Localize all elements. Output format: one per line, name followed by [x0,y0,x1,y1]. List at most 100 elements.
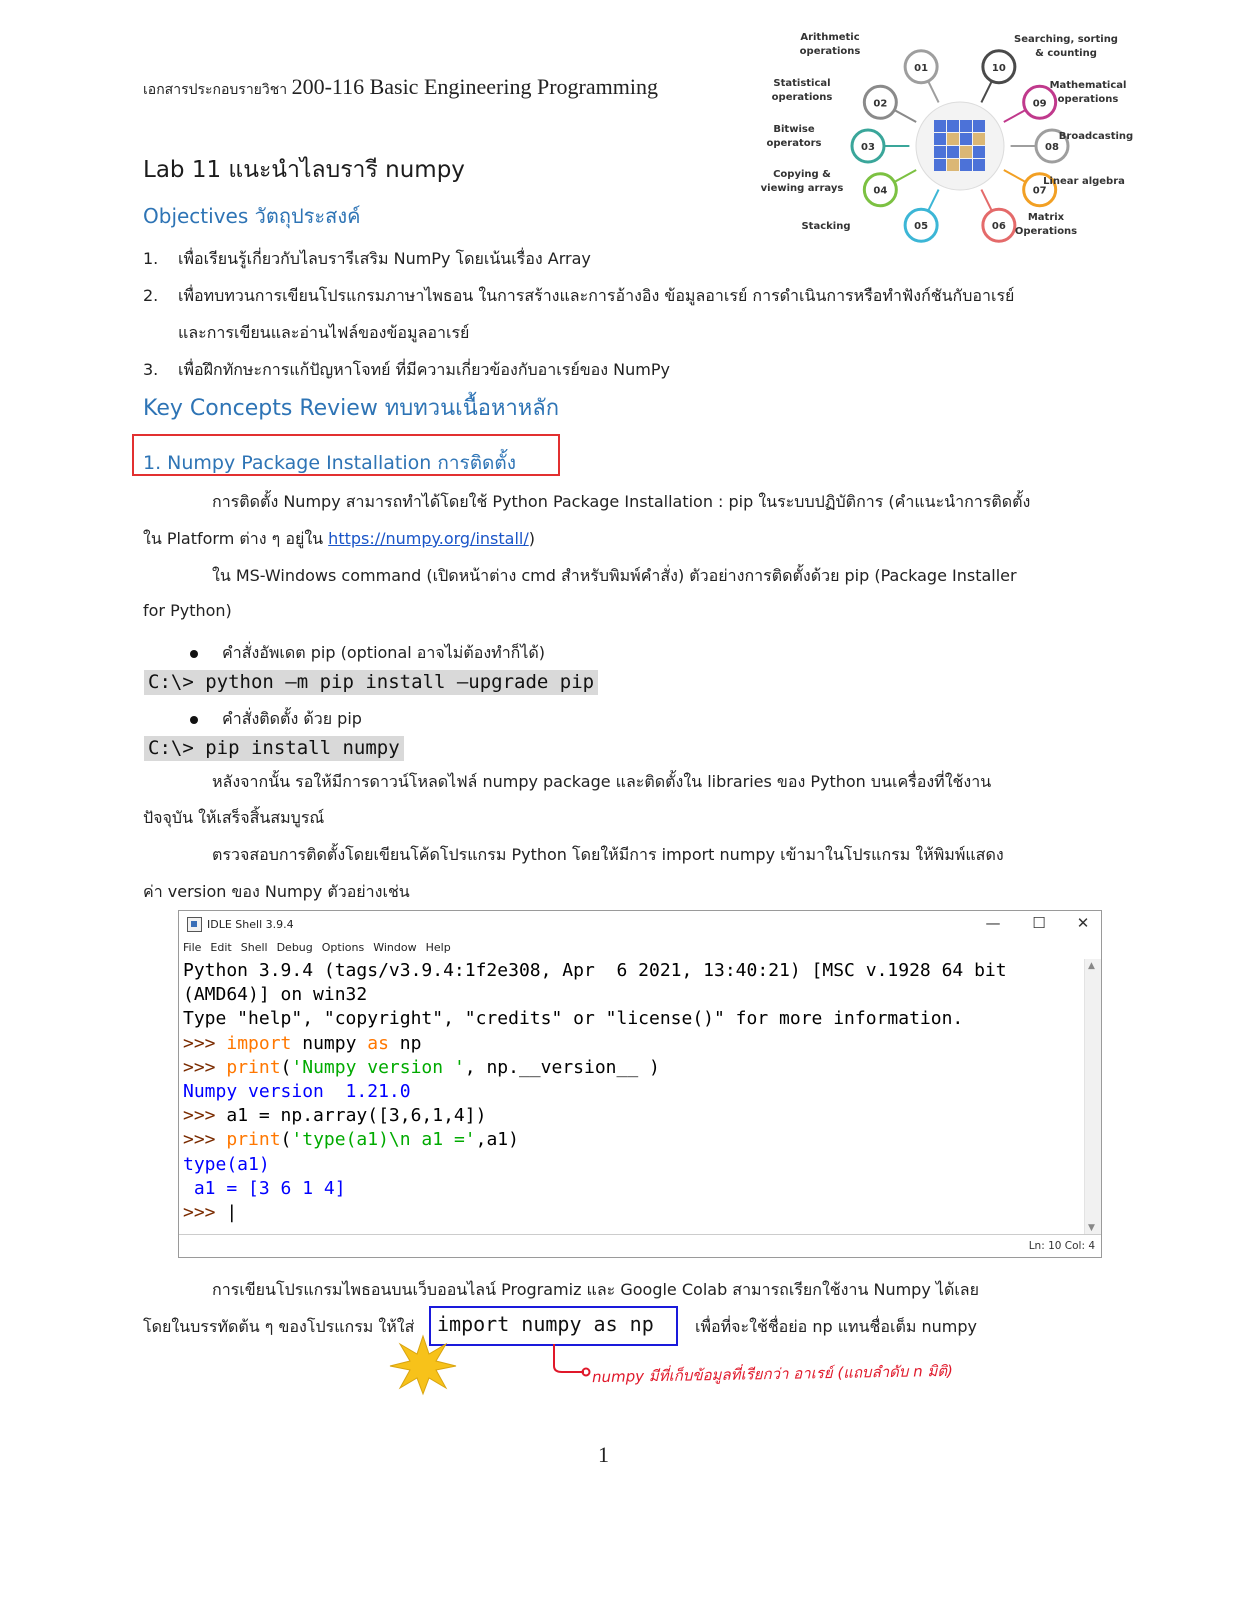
objective-num: 2. [143,286,159,305]
shell-line: Python 3.9.4 (tags/v3.9.4:1f2e308, Apr 6… [183,960,1007,981]
diagram-node-label: Broadcasting [1059,131,1133,142]
diagram-node-label: operations [1058,94,1119,105]
idle-titlebar: IDLE Shell 3.9.4 — ☐ ✕ [179,911,1101,937]
diagram-node-number: 01 [914,63,928,74]
shell-line: Type "help", "copyright", "credits" or "… [183,1008,964,1030]
para1-line2-pre: ใน Platform ต่าง ๆ อยู่ใน [143,529,329,548]
idle-menubar: File Edit Shell Debug Options Window Hel… [179,937,1101,957]
objective-text: เพื่อทบทวนการเขียนโปรแกรมภาษาไพธอน ในการ… [178,286,1015,305]
code-text: np [388,1032,422,1054]
code-text: , np.__version__ ) [464,1056,660,1078]
cube-cell [973,120,985,132]
bullet-dot [190,715,198,724]
course-title: 200-116 Basic Engineering Programming [291,74,658,99]
string-literal: 'type(a1)\n a1 =' [291,1129,476,1151]
diagram-node-label: Bitwise [773,124,814,135]
shell-output[interactable]: Python 3.9.4 (tags/v3.9.4:1f2e308, Apr 6… [183,959,1007,1225]
minimize-button[interactable]: — [983,914,1003,932]
para1-line1: การติดตั้ง Numpy สามารถทำได้โดยใช้ Pytho… [212,492,1031,511]
command-text: C:\> python –m pip install –upgrade pip [144,670,599,695]
diagram-node-label: viewing arrays [761,183,844,194]
command-install-numpy: C:\> pip install numpy [144,736,404,761]
shell-line: (AMD64)] on win32 [183,984,368,1006]
idle-title: IDLE Shell 3.9.4 [207,917,294,931]
cube-cell [934,120,946,132]
para2-line1: ใน MS-Windows command (เปิดหน้าต่าง cmd … [212,566,1017,585]
menu-file[interactable]: File [183,941,201,954]
maximize-button[interactable]: ☐ [1029,914,1049,932]
menu-options[interactable]: Options [322,941,364,954]
vertical-scrollbar[interactable]: ▲ ▼ [1084,959,1101,1235]
cube-cell [973,146,985,158]
diagram-node-label: Operations [1015,226,1077,237]
menu-debug[interactable]: Debug [277,941,313,954]
diagram-svg: 01 Arithmetic operations 02 Statistical opera… [761,32,1133,243]
idle-shell-window: IDLE Shell 3.9.4 — ☐ ✕ File Edit Shell D… [178,910,1102,1258]
menu-edit[interactable]: Edit [210,941,231,954]
shell-line: >>> a1 = np.array([3,6,1,4]) [183,1104,1007,1128]
diagram-node-number: 08 [1045,142,1059,153]
cube-cell [960,133,972,145]
objective-item: 3. เพื่อฝึกทักษะการแก้ปัญหาโจทย์ ที่มีควา… [143,351,1083,388]
scroll-up-icon[interactable]: ▲ [1088,961,1095,971]
page-number: 1 [598,1442,609,1467]
objective-text: เพื่อเรียนรู้เกี่ยวกับไลบรารีเสริม NumPy… [178,249,591,268]
diagram-node-number: 06 [992,221,1006,232]
cube-cell [960,159,972,171]
menu-shell[interactable]: Shell [241,941,268,954]
bullet-dot [190,649,198,658]
objectives-list: 1. เพื่อเรียนรู้เกี่ยวกับไลบรารีเสริม Num… [143,240,1083,388]
objective-text: เพื่อฝึกทักษะการแก้ปัญหาโจทย์ ที่มีความเ… [178,360,670,379]
diagram-node-number: 02 [873,98,887,109]
bottom-para-line2-pre: โดยในบรรทัดต้น ๆ ของโปรแกรม ให้ใส่ [143,1317,415,1336]
bottom-para-line1: การเขียนโปรแกรมไพธอนบนเว็บออนไลน์ Progra… [212,1280,979,1299]
cube-cell [960,146,972,158]
cube-cell [960,120,972,132]
para4-line2: ค่า version ของ Numpy ตัวอย่างเช่น [143,882,410,901]
cube-cell [934,133,946,145]
annotation-arrow-icon [553,1344,591,1377]
diagram-node-label: Copying & [773,169,831,180]
diagram-node-label: operations [772,92,833,103]
objective-text: และการเขียนและอ่านไฟล์ของข้อมูลอาเรย์ [178,323,470,342]
python-app-icon [187,916,202,932]
bullet-text: คำสั่งติดตั้ง ด้วย pip [222,709,362,728]
section1-title: 1. Numpy Package Installation การติดตั้ง [143,452,517,474]
diagram-node-number: 04 [873,186,887,197]
diagram-node-label: Linear algebra [1043,176,1125,187]
diagram-node-label: Searching, sorting [1014,34,1118,45]
objective-item: 1. เพื่อเรียนรู้เกี่ยวกับไลบรารีเสริม Num… [143,240,1083,277]
diagram-node-number: 03 [861,142,875,153]
lab-title: Lab 11 แนะนำไลบรารี numpy [143,157,465,183]
para2-line2: for Python) [143,601,232,620]
diagram-node-number: 10 [992,63,1006,74]
shell-output-line: type(a1) [183,1153,270,1175]
cube-cell [947,146,959,158]
diagram-node-label: Stacking [801,221,850,232]
shell-prompt: >>> [183,1056,227,1078]
objective-item: 2. เพื่อทบทวนการเขียนโปรแกรมภาษาไพธอน ในก… [143,277,1083,314]
objective-num: 1. [143,249,159,268]
numpy-features-diagram: 01 Arithmetic operations 02 Statistical opera… [760,26,1160,254]
cube-cell [934,146,946,158]
code-text: ( [280,1056,292,1078]
diagram-node-label: & counting [1035,48,1097,59]
scroll-down-icon[interactable]: ▼ [1088,1223,1095,1233]
key-concepts-heading: Key Concepts Review ทบทวนเนื้อหาหลัก [143,396,560,421]
import-numpy-code: import numpy as np [437,1312,654,1336]
para1-line2-post: ) [528,529,535,548]
keyword: import [226,1032,292,1054]
shell-line: >>> | [183,1201,1007,1225]
builtin: print [226,1129,281,1151]
diagram-node-label: Matrix [1028,212,1065,223]
shell-line: >>> import numpy as np [183,1032,1007,1056]
star-icon [389,1334,457,1396]
handwritten-note: numpy มีที่เก็บข้อมูลที่เรียกว่า อาเรย์ … [591,1361,954,1387]
menu-window[interactable]: Window [373,941,416,954]
diagram-node-number: 09 [1033,98,1047,109]
diagram-node-number: 07 [1033,186,1047,197]
menu-help[interactable]: Help [426,941,451,954]
objective-num: 3. [143,360,159,379]
close-button[interactable]: ✕ [1073,914,1093,932]
numpy-install-link[interactable]: https://numpy.org/install/ [328,529,529,548]
